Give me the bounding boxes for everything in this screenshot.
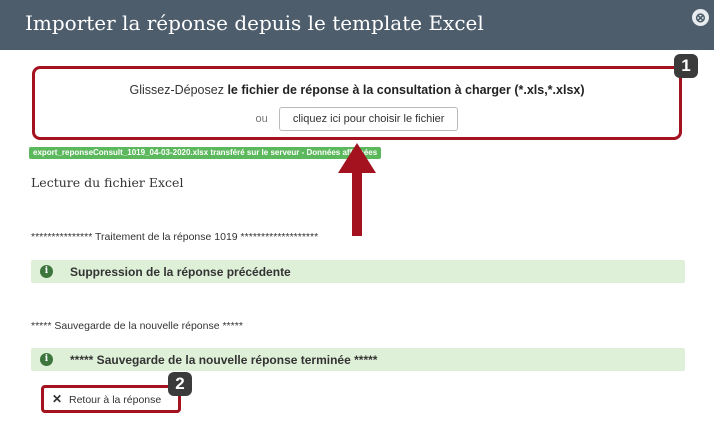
info-icon: i <box>40 353 53 366</box>
dropzone-prefix: Glissez-Déposez <box>129 83 228 97</box>
dialog-header: Importer la réponse depuis le template E… <box>0 0 714 50</box>
dropzone-or-row: ou cliquez ici pour choisir le fichier <box>35 107 679 131</box>
info-icon: i <box>40 265 53 278</box>
or-label: ou <box>255 112 268 125</box>
choose-file-button[interactable]: cliquez ici pour choisir le fichier <box>278 107 459 131</box>
alert-text: Suppression de la réponse précédente <box>70 265 291 279</box>
alert-success-suppression: i Suppression de la réponse précédente <box>31 260 685 283</box>
x-icon: ✕ <box>52 392 63 406</box>
alert-text: ***** Sauvegarde de la nouvelle réponse … <box>70 353 378 367</box>
alert-success-sauvegarde: i ***** Sauvegarde de la nouvelle répons… <box>31 348 685 371</box>
log-lecture-text: Lecture du fichier Excel <box>31 175 184 190</box>
back-button-label: Retour à la réponse <box>69 394 162 406</box>
dialog-title: Importer la réponse depuis le template E… <box>25 11 484 35</box>
upload-status-badge: export_reponseConsult_1019_04-03-2020.xl… <box>29 147 382 159</box>
log-sauvegarde-text: ***** Sauvegarde de la nouvelle réponse … <box>31 320 243 332</box>
file-dropzone[interactable]: Glissez-Déposez le fichier de réponse à … <box>32 66 682 140</box>
arrow-up-icon <box>338 143 376 236</box>
annotation-badge-2: 2 <box>168 372 192 396</box>
annotation-badge-1: 1 <box>674 54 698 78</box>
dropzone-instruction: Glissez-Déposez le fichier de réponse à … <box>35 83 679 97</box>
close-icon[interactable]: ⊗ <box>692 9 709 26</box>
dropzone-bold-text: le fichier de réponse à la consultation … <box>227 83 585 97</box>
back-to-response-button[interactable]: ✕ Retour à la réponse <box>41 385 181 413</box>
log-traitement-text: *************** Traitement de la réponse… <box>31 231 319 243</box>
